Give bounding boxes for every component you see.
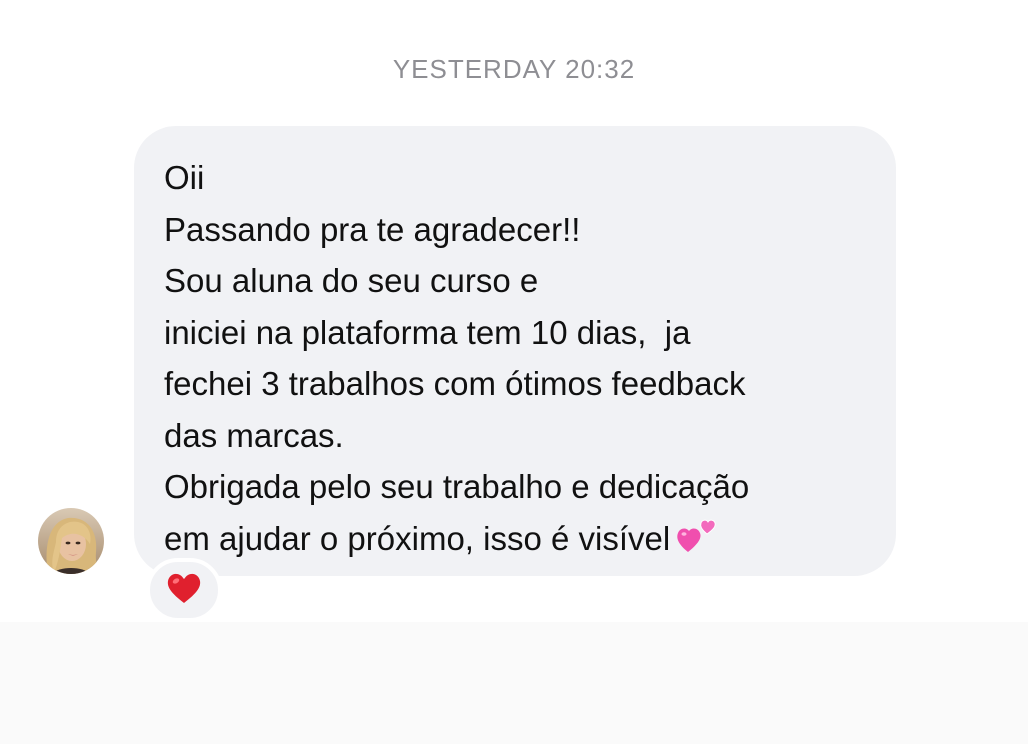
message-line: fechei 3 trabalhos com ótimos feedback [164,365,746,402]
message-last-line: em ajudar o próximo, isso é visível [164,513,876,569]
message-line: Obrigada pelo seu trabalho e dedicação [164,468,750,505]
message-line-text: em ajudar o próximo, isso é visível [164,519,671,557]
sender-avatar[interactable] [38,508,104,574]
message-line: das marcas. [164,416,344,454]
message-line: Sou aluna do seu curso e [164,262,539,299]
message-bubble[interactable]: Oii Passando pra te agradecer!! Sou alun… [134,126,896,576]
heart-reaction[interactable] [146,558,222,622]
two-hearts-icon [676,514,720,569]
message-line: Passando pra te agradecer!! [164,210,581,248]
message-timestamp: YESTERDAY 20:32 [392,54,636,84]
heart-icon [166,572,202,609]
message-line: iniciei na plataforma tem 10 dias, ja [164,313,691,351]
message-line: Oii [164,159,205,196]
footer-area [0,622,1028,744]
avatar-photo [38,508,104,574]
